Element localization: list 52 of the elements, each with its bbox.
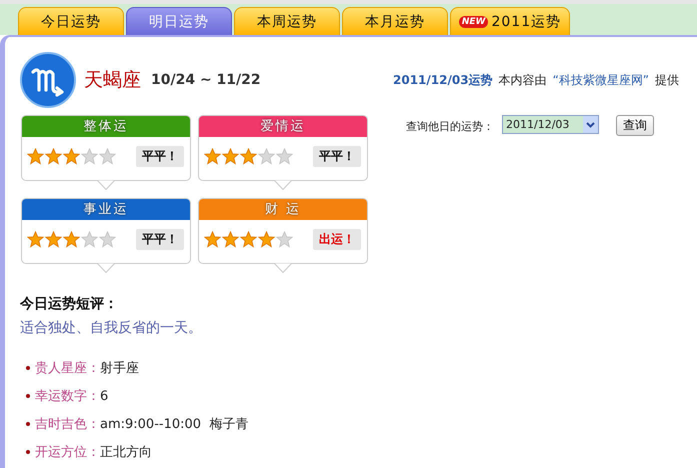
tab[interactable]: NEW 2011运势 bbox=[450, 7, 570, 35]
query-label: 查询他日的运势： bbox=[406, 119, 494, 134]
summary-text: 适合独处、自我反省的一天。 bbox=[20, 319, 203, 337]
verdict-label: 出运！ bbox=[313, 229, 361, 250]
star-icon bbox=[204, 231, 221, 248]
star-icon bbox=[63, 148, 80, 165]
summary-heading: 今日运势短评： bbox=[20, 295, 119, 313]
detail-label: 吉时吉色： bbox=[35, 416, 100, 433]
star-icon bbox=[27, 231, 44, 248]
query-button[interactable]: 查询 bbox=[616, 115, 654, 136]
star-icon bbox=[45, 148, 62, 165]
card-header: 财 运 bbox=[199, 199, 367, 220]
new-badge: NEW bbox=[458, 16, 488, 28]
provider-link[interactable]: “科技紫微星座网” bbox=[552, 72, 649, 88]
sign-name: 天蝎座 bbox=[84, 68, 141, 93]
detail-label: 开运方位： bbox=[35, 444, 100, 461]
dropdown-icon bbox=[586, 122, 595, 128]
star-icon bbox=[204, 148, 221, 165]
card-header: 爱情运 bbox=[199, 116, 367, 137]
verdict-label: 平平！ bbox=[313, 146, 361, 167]
bullet-icon bbox=[26, 422, 30, 426]
detail-value: 6 bbox=[100, 388, 108, 404]
star-icon bbox=[258, 231, 275, 248]
tab[interactable]: 今日运势 bbox=[18, 7, 124, 35]
tab[interactable]: 本月运势 bbox=[342, 7, 448, 35]
verdict-label: 平平！ bbox=[136, 146, 184, 167]
card-header: 整体运 bbox=[22, 116, 190, 137]
source-text: 本内容由 bbox=[498, 72, 547, 88]
bullet-icon bbox=[26, 394, 30, 398]
tab[interactable]: 本周运势 bbox=[234, 7, 340, 35]
date-select[interactable]: 2011/12/03 bbox=[502, 115, 599, 134]
detail-value: 射手座 bbox=[100, 360, 139, 377]
star-icon bbox=[240, 231, 257, 248]
date-range: 10/24 ~ 11/22 bbox=[151, 72, 261, 88]
star-icon bbox=[27, 148, 44, 165]
star-icon bbox=[63, 231, 80, 248]
tab-label: 2011运势 bbox=[491, 12, 562, 30]
date-link[interactable]: 2011/12/03运势 bbox=[393, 72, 493, 88]
star-icon bbox=[45, 231, 62, 248]
verdict-label: 平平！ bbox=[136, 229, 184, 250]
bullet-icon bbox=[26, 450, 30, 454]
star-icon bbox=[240, 148, 257, 165]
detail-value: 正北方向 bbox=[100, 444, 152, 461]
card-header: 事业运 bbox=[22, 199, 190, 220]
detail-value: am:9:00--10:00 梅子青 bbox=[100, 416, 248, 433]
bullet-icon bbox=[26, 366, 30, 370]
detail-label: 贵人星座： bbox=[35, 360, 100, 377]
scorpio-icon bbox=[20, 52, 76, 108]
star-icon bbox=[222, 148, 239, 165]
star-icon bbox=[222, 231, 239, 248]
detail-label: 幸运数字： bbox=[35, 388, 100, 405]
source-text: 提供 bbox=[655, 72, 679, 88]
